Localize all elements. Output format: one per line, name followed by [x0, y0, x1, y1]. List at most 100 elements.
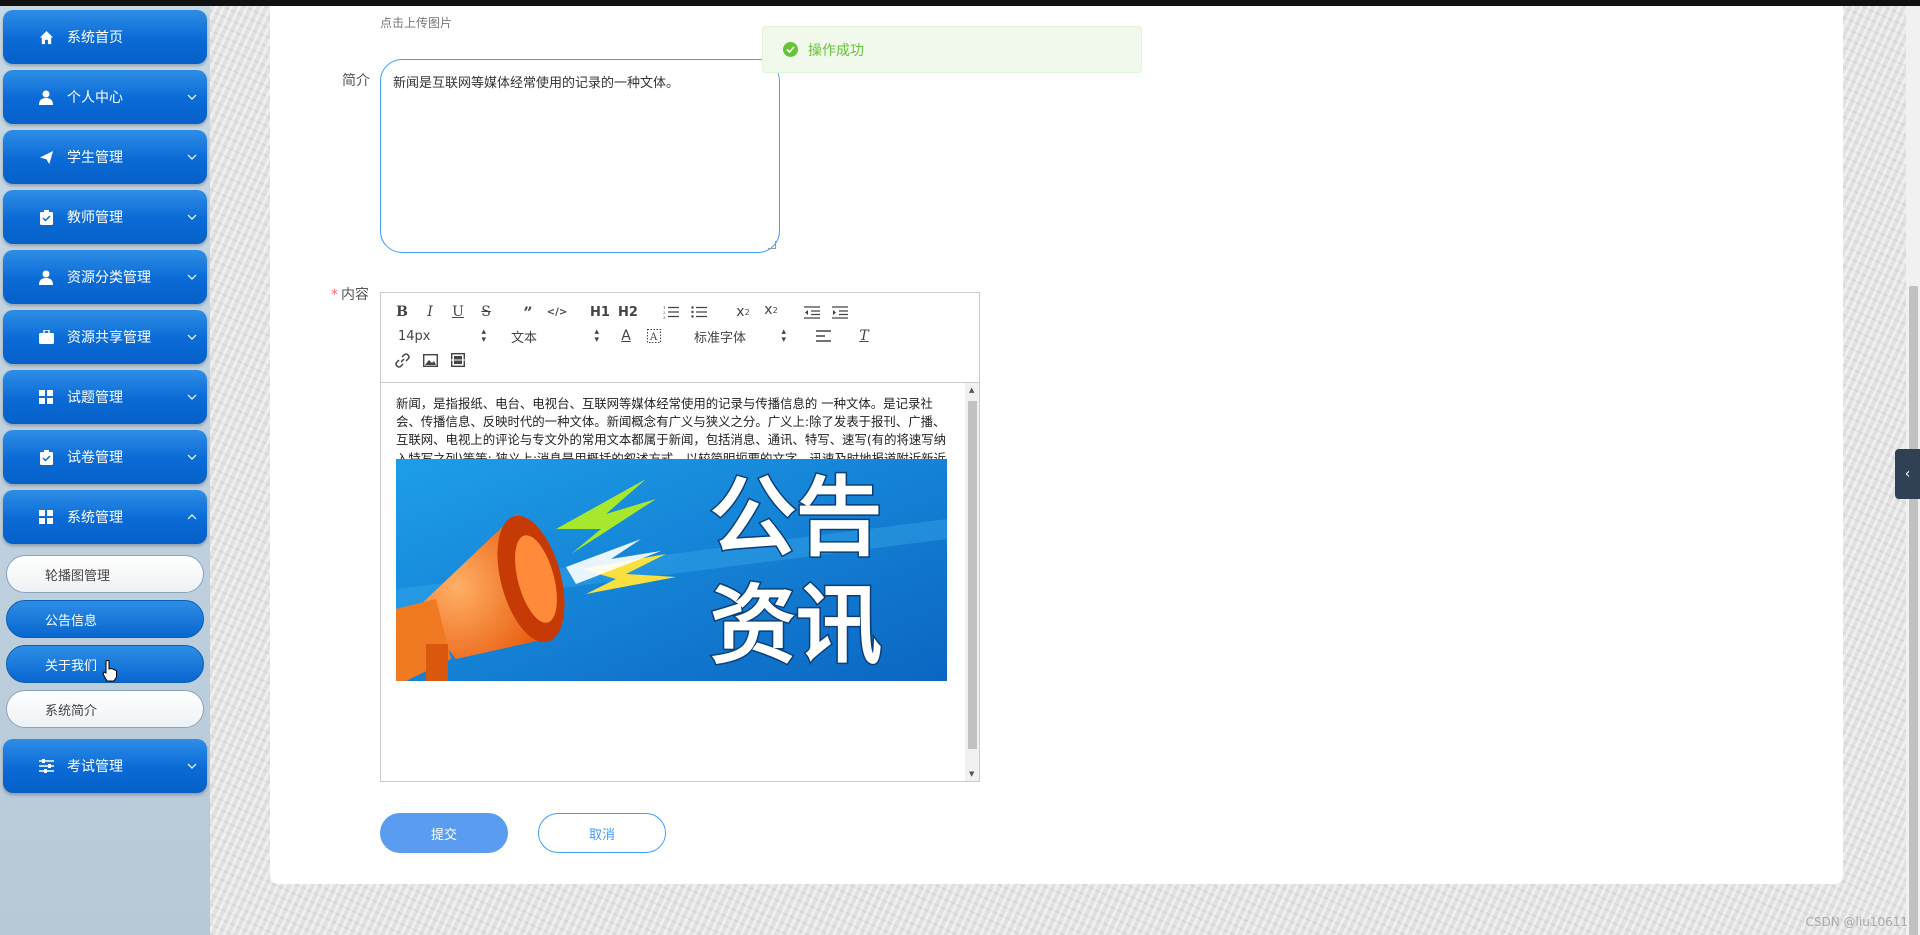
chevron-down-icon: [177, 274, 207, 280]
upload-hint[interactable]: 点击上传图片: [380, 14, 452, 31]
submenu-item-system-intro[interactable]: 系统简介: [6, 690, 204, 728]
clipboard-check-icon: [37, 448, 55, 466]
submit-button[interactable]: 提交: [380, 813, 508, 853]
font-color-icon[interactable]: A: [617, 325, 635, 347]
background-color-icon[interactable]: A: [645, 325, 663, 347]
clipboard-icon: [37, 208, 55, 226]
menu-item-resource-sharing[interactable]: 资源共享管理: [3, 310, 207, 364]
drawer-toggle-button[interactable]: ‹: [1895, 449, 1920, 499]
success-toast: 操作成功: [762, 26, 1142, 73]
editor-scrollbar[interactable]: ▲ ▼: [965, 383, 979, 781]
menu-item-label: 资源共享管理: [67, 330, 151, 346]
submenu-item-label: 关于我们: [45, 658, 98, 674]
hand-cursor-icon: [102, 660, 117, 682]
font-size-value: 14px: [398, 328, 431, 344]
subscript-icon[interactable]: x2: [733, 301, 753, 323]
scroll-down-icon[interactable]: ▼: [969, 770, 974, 778]
summary-textarea[interactable]: 新闻是互联网等媒体经常使用的记录的一种文体。: [380, 59, 780, 253]
sidebar: 系统首页 个人中心 学生管理 教师管理 资源分类管理 资源共享管理 试题管理 试…: [0, 6, 210, 935]
user-icon: [37, 88, 55, 106]
required-mark: *: [331, 287, 338, 303]
banner-text-line1: 公告: [710, 467, 882, 568]
chevron-down-icon: [177, 214, 207, 220]
chevron-down-icon: [177, 94, 207, 100]
chevron-left-icon: ‹: [1904, 466, 1911, 482]
select-arrows-icon: ▴ ▾: [781, 327, 786, 345]
menu-item-label: 系统管理: [67, 510, 123, 526]
header-1-button[interactable]: H1: [589, 301, 611, 323]
header-2-button[interactable]: H2: [617, 301, 639, 323]
banner-text-line2: 资讯: [710, 575, 882, 676]
send-icon: [37, 148, 55, 166]
menu-item-label: 资源分类管理: [67, 270, 151, 286]
strike-button[interactable]: S: [477, 301, 495, 323]
briefcase-icon: [37, 328, 55, 346]
scroll-up-icon[interactable]: ▲: [969, 386, 974, 394]
menu-item-home[interactable]: 系统首页: [3, 10, 207, 64]
menu-item-exam-paper-management[interactable]: 试卷管理: [3, 430, 207, 484]
page-scrollbar-thumb[interactable]: [1909, 286, 1918, 935]
resize-grip-icon[interactable]: [768, 241, 776, 249]
submenu-item-label: 轮播图管理: [45, 568, 111, 584]
summary-value: 新闻是互联网等媒体经常使用的记录的一种文体。: [393, 76, 680, 91]
chevron-down-icon: [177, 763, 207, 769]
font-family-value: 标准字体: [694, 330, 747, 346]
submenu-item-carousel[interactable]: 轮播图管理: [6, 555, 204, 593]
menu-item-resource-category[interactable]: 资源分类管理: [3, 250, 207, 304]
announcement-banner-image: 公告 资讯: [396, 459, 947, 681]
menu-item-exam-management[interactable]: 考试管理: [3, 739, 207, 793]
paragraph-select[interactable]: 文本 ▴ ▾: [511, 325, 599, 347]
chevron-up-icon: [177, 514, 207, 520]
submenu-item-label: 系统简介: [45, 703, 98, 719]
menu-item-teacher-management[interactable]: 教师管理: [3, 190, 207, 244]
home-icon: [37, 28, 55, 46]
italic-button[interactable]: I: [421, 301, 439, 323]
align-icon[interactable]: [814, 325, 832, 347]
link-icon[interactable]: [393, 349, 411, 371]
menu-item-label: 学生管理: [67, 150, 123, 166]
svg-text:A: A: [649, 332, 658, 343]
menu-item-label: 个人中心: [67, 90, 123, 106]
select-arrows-icon: ▴ ▾: [481, 327, 486, 345]
chevron-down-icon: [177, 154, 207, 160]
blockquote-icon[interactable]: ”: [519, 301, 537, 323]
menu-item-question-management[interactable]: 试题管理: [3, 370, 207, 424]
paragraph-value: 文本: [511, 330, 538, 346]
font-family-select[interactable]: 标准字体 ▴ ▾: [694, 325, 786, 347]
select-arrows-icon: ▴ ▾: [594, 327, 599, 345]
menu-item-system-management[interactable]: 系统管理: [3, 490, 207, 544]
menu-item-label: 试卷管理: [67, 450, 123, 466]
menu-item-personal-center[interactable]: 个人中心: [3, 70, 207, 124]
menu-item-student-management[interactable]: 学生管理: [3, 130, 207, 184]
submenu-item-label: 公告信息: [45, 613, 98, 629]
user-icon: [37, 268, 55, 286]
menu-item-label: 考试管理: [67, 759, 123, 775]
content-label-text: 内容: [341, 287, 369, 303]
outdent-icon[interactable]: [803, 301, 821, 323]
underline-button[interactable]: U: [449, 301, 467, 323]
code-icon[interactable]: </>: [547, 301, 567, 323]
video-icon[interactable]: [449, 349, 467, 371]
rich-text-editor: B I U S ” </> H1 H2 123 x2 x2 14px ▴ ▾ 文本…: [380, 292, 980, 782]
bullet-list-icon[interactable]: [690, 301, 708, 323]
image-icon[interactable]: [421, 349, 439, 371]
check-circle-icon: [783, 42, 798, 57]
ordered-list-icon[interactable]: 123: [662, 301, 680, 323]
clear-format-icon[interactable]: T: [855, 325, 873, 347]
summary-label: 简介: [342, 73, 370, 89]
font-size-select[interactable]: 14px ▴ ▾: [398, 325, 486, 347]
menu-item-label: 系统首页: [67, 30, 123, 46]
cancel-button[interactable]: 取消: [538, 813, 666, 853]
indent-icon[interactable]: [831, 301, 849, 323]
grid-icon: [37, 508, 55, 526]
watermark: CSDN @liu10611: [1805, 915, 1908, 929]
grid-icon: [37, 388, 55, 406]
content-label: * 内容: [331, 284, 369, 304]
submenu-item-announcements[interactable]: 公告信息: [6, 600, 204, 638]
editor-scrollbar-thumb[interactable]: [968, 401, 977, 749]
chevron-down-icon: [177, 454, 207, 460]
superscript-icon[interactable]: x2: [761, 299, 781, 321]
menu-item-label: 教师管理: [67, 210, 123, 226]
toast-message: 操作成功: [808, 42, 864, 59]
bold-button[interactable]: B: [393, 301, 411, 323]
